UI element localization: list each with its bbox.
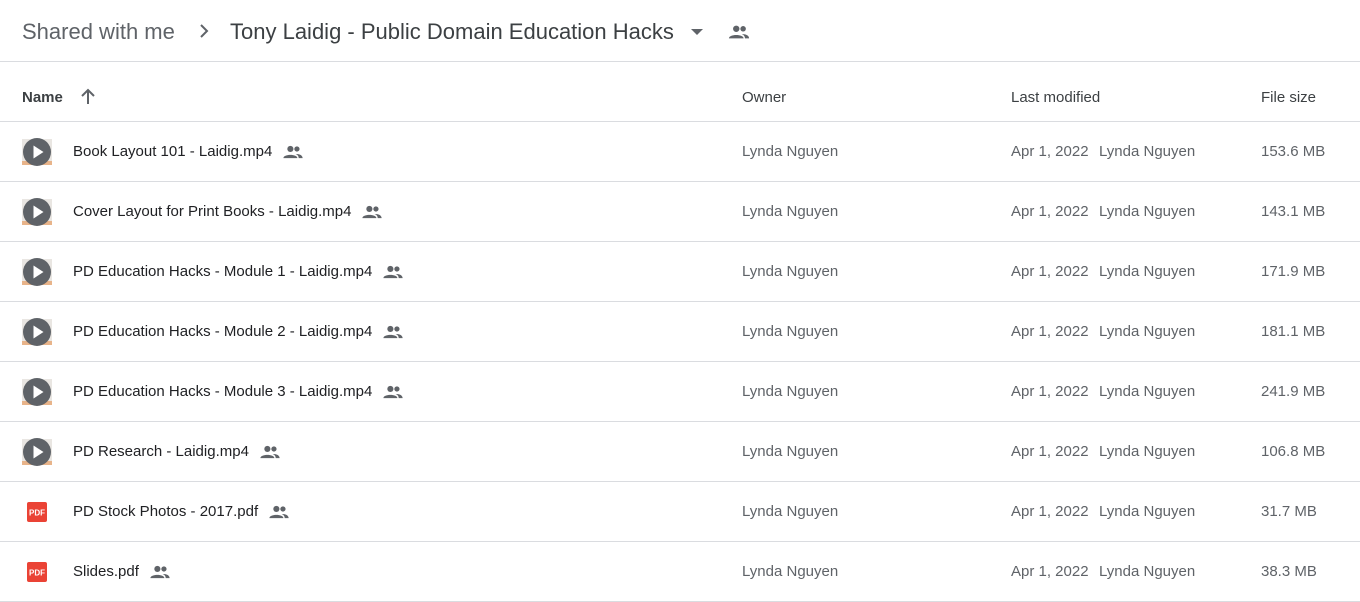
breadcrumb-shared-with-me[interactable]: Shared with me [22, 19, 175, 45]
file-row[interactable]: PD Research - Laidig.mp4 Lynda Nguyen Apr … [0, 422, 1360, 482]
chevron-right-icon [200, 24, 209, 38]
file-name-cell: PD Stock Photos - 2017.pdf [73, 503, 290, 521]
file-row[interactable]: PDF PD Stock Photos - 2017.pdf Lynda Nguye… [0, 482, 1360, 542]
last-modified-date: Apr 1, 2022 [1011, 203, 1089, 220]
file-size-cell: 181.1 MB [1261, 323, 1326, 340]
owner-cell: Lynda Nguyen [742, 443, 839, 460]
last-modified-date: Apr 1, 2022 [1011, 383, 1089, 400]
breadcrumb: Shared with me Tony Laidig - Public Doma… [0, 0, 1360, 62]
last-modified-by: Lynda Nguyen [1099, 383, 1196, 400]
video-play-icon [22, 438, 52, 466]
file-name: PD Research - Laidig.mp4 [73, 443, 249, 460]
file-row[interactable]: PD Education Hacks - Module 2 - Laidig.m… [0, 302, 1360, 362]
shared-people-icon [361, 205, 383, 219]
shared-people-icon [382, 265, 404, 279]
last-modified-date: Apr 1, 2022 [1011, 143, 1089, 160]
file-name-cell: PD Education Hacks - Module 2 - Laidig.m… [73, 323, 404, 341]
file-row[interactable]: Book Layout 101 - Laidig.mp4 Lynda Nguyen… [0, 122, 1360, 182]
file-name-cell: PD Research - Laidig.mp4 [73, 443, 281, 461]
owner-cell: Lynda Nguyen [742, 203, 839, 220]
pdf-badge-label: PDF [29, 509, 45, 518]
last-modified-by: Lynda Nguyen [1099, 563, 1196, 580]
last-modified-date: Apr 1, 2022 [1011, 263, 1089, 280]
file-size-cell: 241.9 MB [1261, 383, 1326, 400]
file-size-cell: 38.3 MB [1261, 563, 1317, 580]
file-name: PD Stock Photos - 2017.pdf [73, 503, 259, 520]
column-owner-header[interactable]: Owner [742, 89, 786, 107]
file-name-cell: Book Layout 101 - Laidig.mp4 [73, 143, 304, 161]
video-play-icon [22, 318, 52, 346]
file-name: PD Education Hacks - Module 2 - Laidig.m… [73, 323, 373, 340]
breadcrumb-current-folder[interactable]: Tony Laidig - Public Domain Education Ha… [230, 19, 674, 45]
last-modified-by: Lynda Nguyen [1099, 263, 1196, 280]
last-modified-date: Apr 1, 2022 [1011, 503, 1089, 520]
owner-cell: Lynda Nguyen [742, 143, 839, 160]
column-header-row: Name Owner Last modified File size [0, 62, 1360, 122]
owner-cell: Lynda Nguyen [742, 323, 839, 340]
file-row[interactable]: PD Education Hacks - Module 1 - Laidig.m… [0, 242, 1360, 302]
last-modified-by: Lynda Nguyen [1099, 503, 1196, 520]
file-size-cell: 143.1 MB [1261, 203, 1326, 220]
file-name: PD Education Hacks - Module 3 - Laidig.m… [73, 383, 373, 400]
shared-people-icon [382, 325, 404, 339]
shared-people-icon [149, 565, 171, 579]
column-last-modified-header[interactable]: Last modified [1011, 89, 1100, 107]
file-name-cell: Slides.pdf [73, 563, 171, 581]
sort-ascending-arrow-icon[interactable] [80, 88, 96, 106]
file-size-cell: 153.6 MB [1261, 143, 1326, 160]
shared-people-icon [382, 385, 404, 399]
shared-people-icon [282, 145, 304, 159]
last-modified-date: Apr 1, 2022 [1011, 323, 1089, 340]
pdf-icon: PDF [27, 562, 47, 582]
shared-people-icon [259, 445, 281, 459]
pdf-icon: PDF [27, 502, 47, 522]
file-row[interactable]: Cover Layout for Print Books - Laidig.mp… [0, 182, 1360, 242]
owner-cell: Lynda Nguyen [742, 383, 839, 400]
file-row[interactable]: PD Education Hacks - Module 3 - Laidig.m… [0, 362, 1360, 422]
last-modified-by: Lynda Nguyen [1099, 143, 1196, 160]
file-name-cell: PD Education Hacks - Module 3 - Laidig.m… [73, 383, 404, 401]
caret-down-icon[interactable] [690, 28, 704, 36]
owner-cell: Lynda Nguyen [742, 503, 839, 520]
file-name: Book Layout 101 - Laidig.mp4 [73, 143, 273, 160]
video-play-icon [22, 378, 52, 406]
owner-cell: Lynda Nguyen [742, 563, 839, 580]
last-modified-date: Apr 1, 2022 [1011, 443, 1089, 460]
last-modified-by: Lynda Nguyen [1099, 203, 1196, 220]
column-name-header[interactable]: Name [22, 89, 63, 107]
file-row[interactable]: PDF Slides.pdf Lynda Nguyen Apr 1, 2022 Lynd… [0, 542, 1360, 602]
file-name: PD Education Hacks - Module 1 - Laidig.m… [73, 263, 373, 280]
last-modified-by: Lynda Nguyen [1099, 443, 1196, 460]
pdf-badge-label: PDF [29, 569, 45, 578]
video-play-icon [22, 138, 52, 166]
owner-cell: Lynda Nguyen [742, 263, 839, 280]
video-play-icon [22, 258, 52, 286]
file-size-cell: 106.8 MB [1261, 443, 1326, 460]
file-size-cell: 171.9 MB [1261, 263, 1326, 280]
shared-people-icon[interactable] [728, 24, 750, 40]
file-name: Slides.pdf [73, 563, 139, 580]
file-size-cell: 31.7 MB [1261, 503, 1317, 520]
column-file-size-header[interactable]: File size [1261, 89, 1316, 107]
shared-people-icon [268, 505, 290, 519]
file-name-cell: Cover Layout for Print Books - Laidig.mp… [73, 203, 383, 221]
video-play-icon [22, 198, 52, 226]
last-modified-by: Lynda Nguyen [1099, 323, 1196, 340]
file-name-cell: PD Education Hacks - Module 1 - Laidig.m… [73, 263, 404, 281]
file-name: Cover Layout for Print Books - Laidig.mp… [73, 203, 352, 220]
last-modified-date: Apr 1, 2022 [1011, 563, 1089, 580]
